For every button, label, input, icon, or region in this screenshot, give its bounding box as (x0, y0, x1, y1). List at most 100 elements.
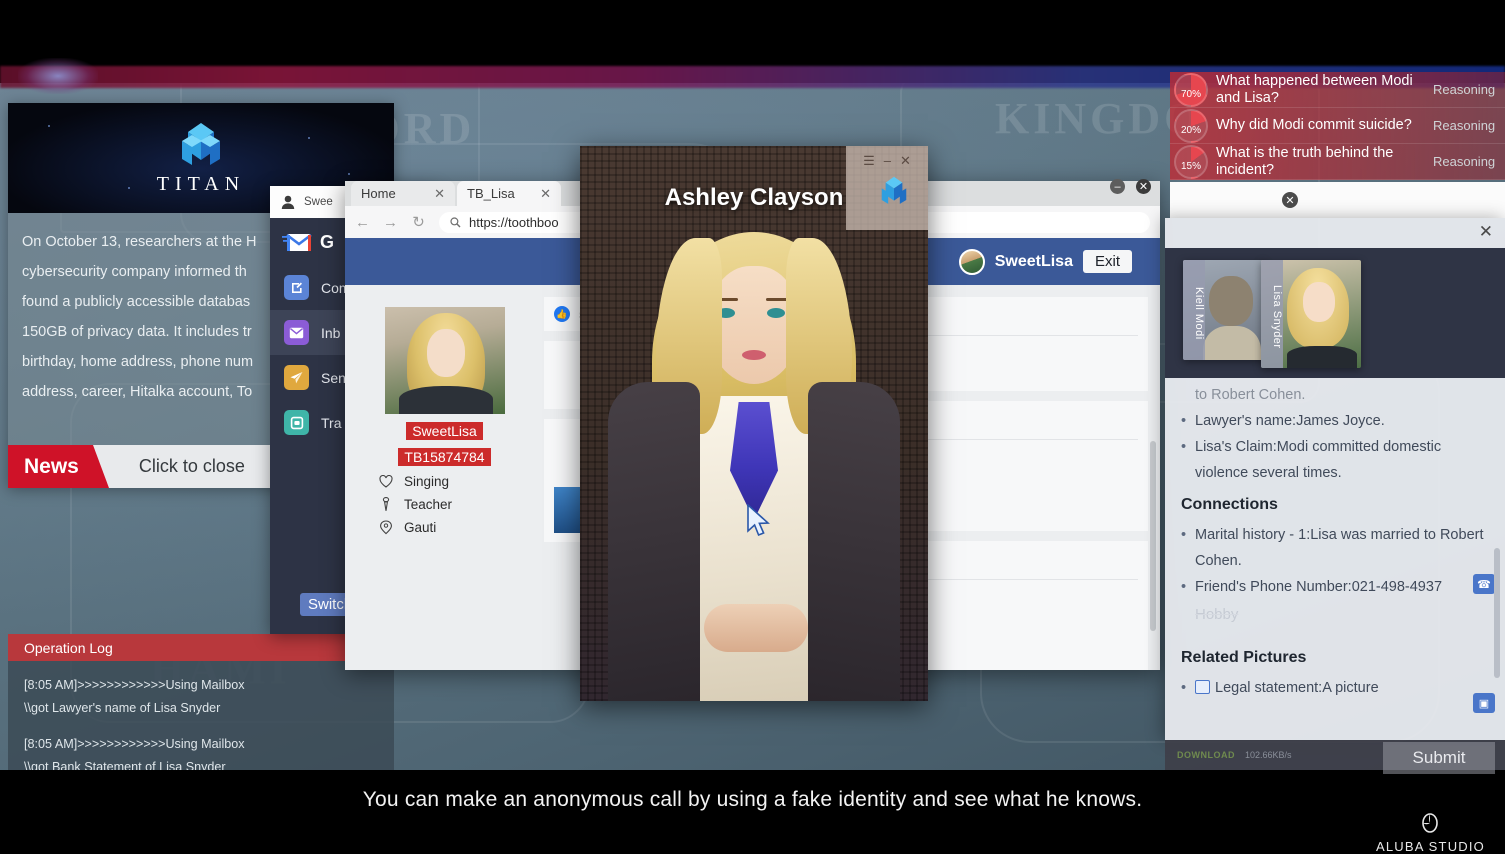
studio-branding: ALUBA STUDIO (1376, 812, 1485, 854)
operation-log-body: [8:05 AM]>>>>>>>>>>>>Using Mailbox \\got… (8, 661, 394, 770)
question-text: What happened between Modi and Lisa? (1216, 72, 1413, 106)
browser-tab-tb-lisa[interactable]: TB_Lisa ✕ (457, 181, 561, 206)
search-icon (450, 216, 461, 227)
back-icon[interactable]: ← (355, 214, 370, 231)
tab-close-icon[interactable]: ✕ (540, 186, 551, 202)
mail-account-name: Swee (304, 196, 333, 208)
question-list[interactable]: 70% What happened between Modi and Lisa?… (1170, 72, 1505, 182)
question-text: What is the truth behind the incident? (1216, 144, 1394, 178)
download-label: DOWNLOAD (1177, 750, 1235, 760)
tab-label: Home (361, 186, 396, 201)
clue-panel-titlebar: ✕ (1165, 218, 1505, 248)
phone-icon[interactable]: ☎ (1473, 574, 1495, 594)
mail-item-label: Tra (321, 414, 342, 431)
clue-item[interactable]: Lawyer's name:James Joyce. (1181, 408, 1489, 434)
character-eye-right (767, 308, 785, 318)
character-brow-right (766, 298, 788, 301)
clue-photo-card[interactable]: Kiell Modi (1183, 260, 1265, 360)
close-icon[interactable]: ✕ (900, 153, 911, 169)
trash-icon (284, 410, 309, 435)
browser-tab-home[interactable]: Home ✕ (351, 181, 455, 206)
profile-trait-singing: Singing (379, 474, 532, 489)
browser-minimize-button[interactable]: – (1110, 179, 1125, 194)
download-speed: 102.66KB/s (1245, 750, 1292, 760)
scrollbar-thumb[interactable] (1494, 548, 1500, 678)
question-text: Why did Modi commit suicide? (1216, 117, 1412, 133)
clue-item[interactable]: Lisa's Claim:Modi committed domestic vio… (1181, 434, 1489, 486)
trait-label: Singing (404, 474, 450, 489)
forward-icon[interactable]: → (383, 214, 398, 231)
tie-icon (382, 497, 390, 511)
account-name: SweetLisa (994, 252, 1073, 270)
close-icon[interactable]: ✕ (1479, 222, 1493, 242)
character-hands (704, 604, 808, 652)
progress-ring: 70% (1174, 72, 1208, 107)
exit-button[interactable]: Exit (1082, 250, 1132, 273)
trait-label: Teacher (404, 497, 453, 512)
detail-header-bar[interactable]: ✕ (1170, 182, 1505, 218)
thumbs-up-icon: 👍 (554, 306, 570, 322)
progress-percent: 15% (1180, 160, 1201, 172)
clue-panel[interactable]: ✕ Kiell Modi Lisa Snyder to Robert Cohen… (1165, 218, 1505, 740)
question-row[interactable]: 15% What is the truth behind the inciden… (1170, 144, 1505, 180)
mail-item-label: Sen (321, 369, 346, 386)
news-close-hint[interactable]: Click to close (139, 456, 245, 477)
top-glow (18, 58, 98, 94)
question-type: Reasoning (1433, 118, 1496, 133)
mail-item-label: Inb (321, 324, 341, 341)
question-type: Reasoning (1433, 82, 1496, 97)
question-row[interactable]: 70% What happened between Modi and Lisa?… (1170, 72, 1505, 108)
progress-percent: 20% (1180, 124, 1201, 136)
reload-icon[interactable]: ↻ (411, 213, 426, 231)
pin-icon[interactable]: ☰ (863, 153, 875, 169)
titan-logo-icon (182, 122, 220, 165)
picture-icon (1195, 680, 1210, 694)
character-window[interactable]: Ashley Clayson ☰ – ✕ (580, 146, 928, 701)
clue-item[interactable]: to Robert Cohen. (1181, 382, 1489, 408)
submit-button[interactable]: Submit (1383, 742, 1495, 774)
profile-trait-teacher: Teacher (379, 497, 532, 512)
trait-label: Gauti (404, 520, 437, 535)
profile-name-tag: SweetLisa (406, 422, 483, 440)
tab-label: TB_Lisa (467, 186, 515, 201)
minimize-icon[interactable]: – (884, 153, 891, 168)
profile-photo (384, 307, 505, 414)
heart-icon (379, 475, 393, 488)
sent-icon (284, 365, 309, 390)
question-row[interactable]: 20% Why did Modi commit suicide? Reasoni… (1170, 108, 1505, 144)
location-icon (380, 520, 392, 535)
progress-ring: 20% (1174, 108, 1208, 143)
clue-item[interactable]: Legal statement:A picture (1181, 675, 1489, 701)
url-text: https://toothboo (469, 214, 559, 230)
browser-close-button[interactable]: ✕ (1136, 179, 1151, 194)
picture-icon[interactable]: ▣ (1473, 693, 1495, 713)
connections-title: Connections (1181, 496, 1278, 513)
clue-item[interactable]: Friend's Phone Number:021-498-4937 (1181, 574, 1489, 600)
mail-brand-label: G (320, 232, 335, 252)
subtitle-text: You can make an anonymous call by using … (362, 788, 1143, 811)
clue-item[interactable]: Marital history - 1:Lisa was married to … (1181, 522, 1489, 574)
question-type: Reasoning (1433, 154, 1496, 169)
toothbook-account[interactable]: SweetLisa Exit (958, 238, 1132, 285)
user-avatar-icon (281, 195, 295, 209)
character-lips (742, 350, 766, 360)
clue-photo-label: Kiell Modi (1183, 260, 1205, 360)
clue-photo-card[interactable]: Lisa Snyder (1261, 260, 1361, 368)
inbox-icon (284, 320, 309, 345)
cursor-arrow-icon (747, 504, 770, 537)
profile-trait-location: Gauti (379, 520, 532, 535)
profile-id-tag: TB15874784 (398, 448, 491, 466)
progress-percent: 70% (1180, 88, 1201, 100)
tab-close-icon[interactable]: ✕ (434, 186, 445, 202)
log-line: \\got Bank Statement of Lisa Snyder (24, 760, 226, 770)
clue-item-text: Legal statement:A picture (1215, 680, 1379, 696)
connections-list: Marital history - 1:Lisa was married to … (1165, 518, 1505, 600)
scrollbar-thumb[interactable] (1150, 441, 1156, 631)
clue-top-list: to Robert Cohen. Lawyer's name:James Joy… (1165, 378, 1505, 486)
aluba-logo-icon (1422, 813, 1439, 833)
character-jacket-left (608, 382, 700, 701)
close-circle-icon[interactable]: ✕ (1282, 192, 1298, 208)
titan-wordmark: TITAN (156, 172, 246, 195)
news-badge: News (8, 445, 109, 488)
operation-log-title: Operation Log (8, 634, 394, 661)
